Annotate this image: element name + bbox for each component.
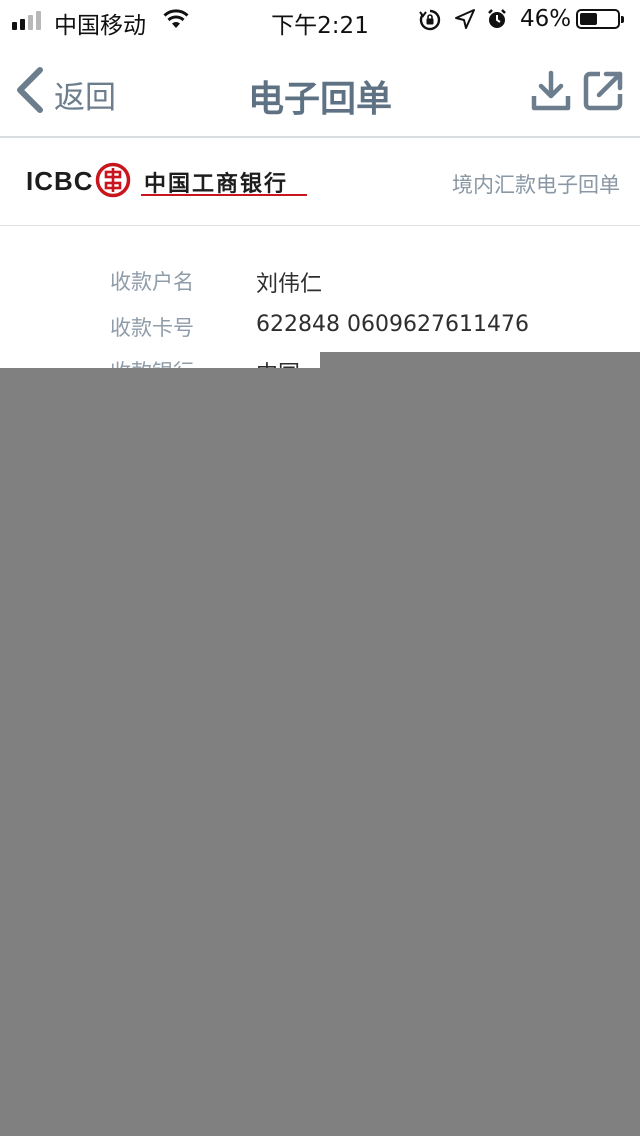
- detail-value: 622848 0609627611476: [256, 312, 529, 337]
- receipt-type: 境内汇款电子回单: [452, 173, 620, 197]
- bank-abbrev: ICBC: [26, 166, 94, 196]
- nav-bar: 返回 电子回单: [0, 40, 640, 138]
- alarm-icon: [486, 8, 508, 36]
- status-bar: 中国移动 下午2:21 46%: [0, 0, 640, 40]
- orientation-lock-icon: [418, 8, 442, 38]
- detail-value: 刘伟仁: [256, 272, 323, 297]
- bank-header: ICBC 中国工商银行 境内汇款电子回单: [0, 138, 640, 226]
- download-icon: [530, 70, 572, 116]
- detail-row-payee-name: 收款户名 刘伟仁: [0, 266, 640, 306]
- redaction-overlay: [320, 352, 640, 368]
- icbc-logo-icon: [95, 162, 131, 202]
- detail-row-payee-card: 收款卡号 622848 0609627611476: [0, 312, 640, 352]
- bank-name-underline: [141, 194, 307, 196]
- share-button[interactable]: [582, 70, 624, 116]
- download-button[interactable]: [530, 70, 572, 116]
- share-icon: [582, 71, 624, 116]
- detail-label: 收款卡号: [110, 316, 194, 340]
- detail-label: 收款户名: [110, 270, 194, 294]
- battery-icon: [576, 9, 624, 29]
- redaction-overlay: [0, 368, 640, 1136]
- location-icon: [454, 8, 476, 36]
- battery-percent: 46%: [520, 6, 572, 32]
- screen: 中国移动 下午2:21 46% 返回 电子回单 ICBC 中国工商银行 境内汇款…: [0, 0, 640, 1136]
